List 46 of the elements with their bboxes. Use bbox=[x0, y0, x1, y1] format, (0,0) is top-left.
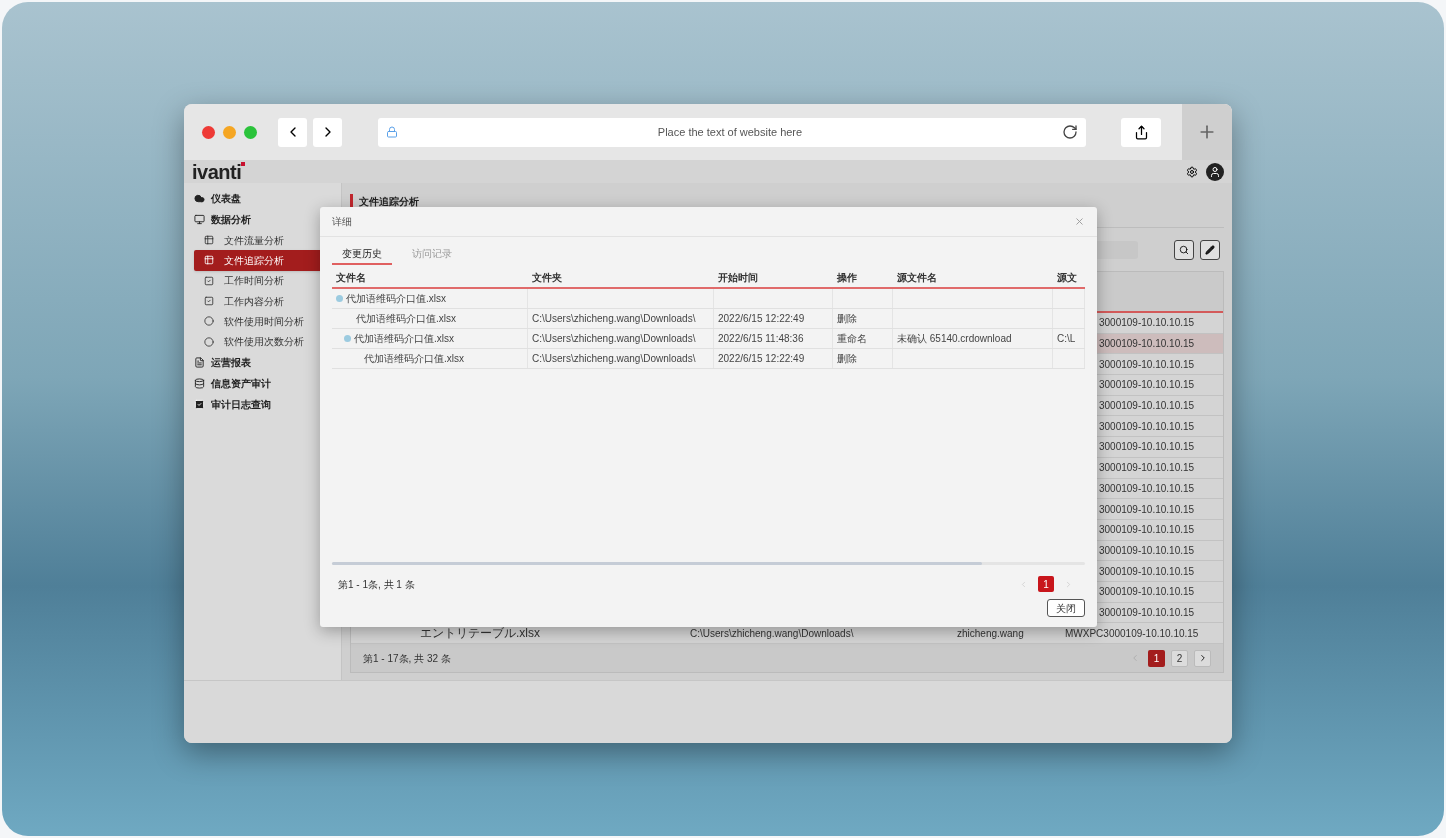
table-cell-text: 2022/6/15 11:48:36 bbox=[718, 332, 804, 346]
table-cell: 3000109-10.10.10.15 bbox=[1099, 462, 1195, 474]
table-cell-text: 代加语维码介口值.xlsx bbox=[354, 332, 454, 346]
table-cell: 3000109-10.10.10.15 bbox=[1099, 606, 1195, 618]
table-cell: 3000109-10.10.10.15 bbox=[1099, 379, 1195, 391]
table-cell-text: C:\Users\zhicheng.wang\Downloads\ bbox=[532, 352, 696, 366]
table-cell: 3000109-10.10.10.15 bbox=[1099, 586, 1195, 598]
table-cell: MWXPC3000109-10.10.10.15 bbox=[1065, 627, 1199, 639]
table-cell: 3000109-10.10.10.15 bbox=[1099, 317, 1195, 329]
column-header: 开始时间 bbox=[718, 271, 758, 283]
table-cell: エントリテーブル.xlsx bbox=[420, 625, 540, 640]
table-cell-text: 删除 bbox=[837, 352, 857, 366]
table-cell-text: 代加语维码介口值.xlsx bbox=[364, 352, 464, 366]
table-cell: 3000109-10.10.10.15 bbox=[1099, 400, 1195, 412]
column-header: 源文件名 bbox=[897, 271, 937, 283]
table-cell-text: C:\Users\zhicheng.wang\Downloads\ bbox=[532, 312, 696, 326]
column-header: 操作 bbox=[837, 271, 857, 283]
table-cell-text: 代加语维码介口值.xlsx bbox=[346, 292, 446, 306]
pagination-summary: 第1 - 17条, 共 32 条 bbox=[363, 651, 451, 666]
column-header: 源文 bbox=[1057, 271, 1077, 283]
table-cell: C:\Users\zhicheng.wang\Downloads\ bbox=[690, 627, 854, 639]
table-cell: zhicheng.wang bbox=[957, 627, 1024, 639]
table-cell-text: 删除 bbox=[837, 312, 857, 326]
table-cell: 3000109-10.10.10.15 bbox=[1099, 503, 1195, 515]
table-cell-text: C:\Users\zhicheng.wang\Downloads\ bbox=[532, 332, 696, 346]
column-header: 文件名 bbox=[336, 271, 366, 283]
table-cell-text: 2022/6/15 12:22:49 bbox=[718, 352, 805, 366]
table-cell: 3000109-10.10.10.15 bbox=[1099, 524, 1195, 536]
column-header: 文件夹 bbox=[532, 271, 562, 283]
table-cell: 3000109-10.10.10.15 bbox=[1099, 544, 1195, 556]
table-cell: 3000109-10.10.10.15 bbox=[1099, 358, 1195, 370]
table-cell-text: 2022/6/15 12:22:49 bbox=[718, 312, 805, 326]
pagination-summary: 第1 - 1条, 共 1 条 bbox=[337, 577, 416, 592]
table-cell-text: C:\L bbox=[1057, 332, 1076, 346]
table-cell: 3000109-10.10.10.15 bbox=[1099, 482, 1195, 494]
table-cell-text: 代加语维码介口值.xlsx bbox=[356, 312, 456, 326]
table-cell: 3000109-10.10.10.15 bbox=[1099, 441, 1195, 453]
page-title: 文件追踪分析 bbox=[359, 194, 419, 209]
table-cell-text: 重命名 bbox=[837, 332, 867, 346]
dialog-title: 详细 bbox=[332, 215, 353, 229]
table-cell: 3000109-10.10.10.15 bbox=[1099, 420, 1195, 432]
table-cell: 3000109-10.10.10.15 bbox=[1099, 565, 1195, 577]
logo: ivanti bbox=[192, 161, 242, 182]
url-text: Place the text of website here bbox=[656, 124, 804, 140]
table-cell-text: 未确认 65140.crdownload bbox=[897, 332, 1012, 346]
table-cell: 3000109-10.10.10.15 bbox=[1099, 338, 1195, 350]
